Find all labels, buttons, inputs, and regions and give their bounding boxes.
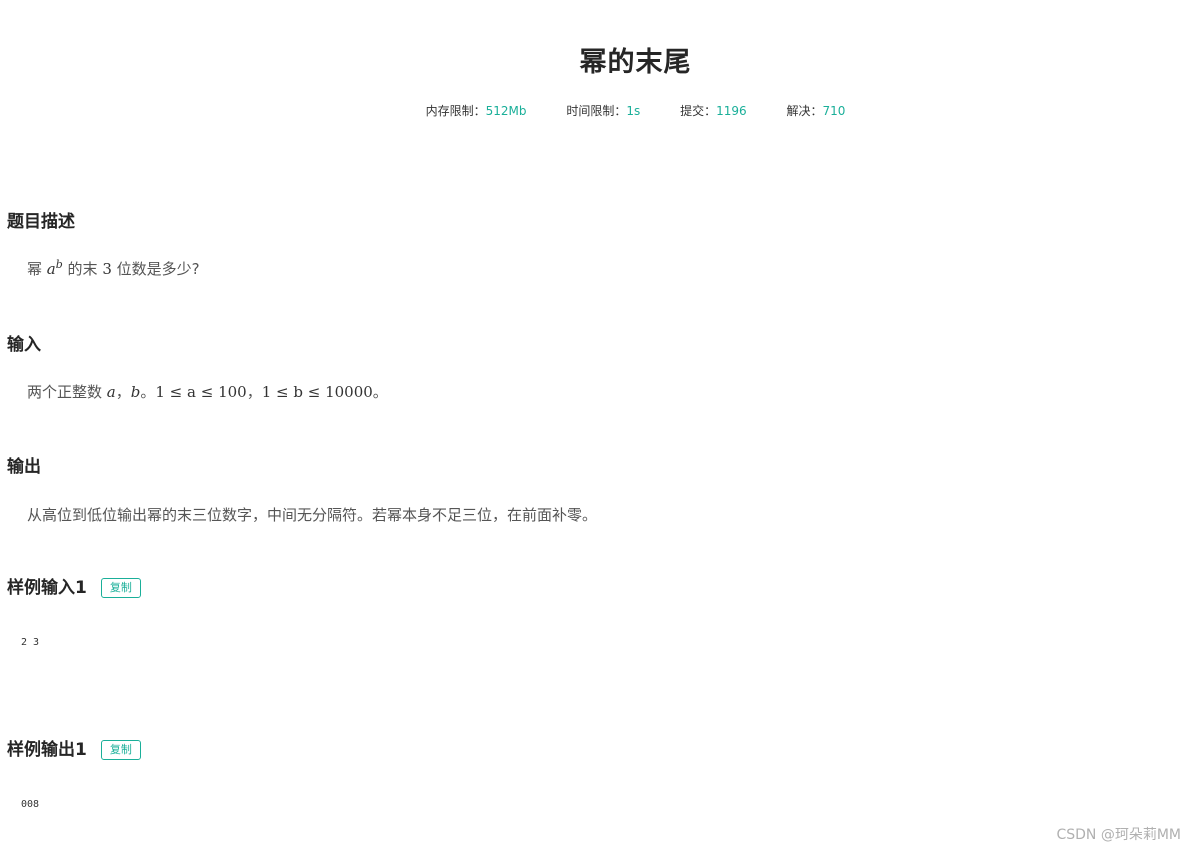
time-limit-value: 1s [626,104,641,118]
math-base: a [46,260,56,278]
time-limit: 时间限制：1s [566,102,640,119]
solved-count-label: 解决： [786,104,823,118]
description-mid: 的末 [62,260,103,278]
description-prefix: 幂 [27,260,47,278]
solved-count-value: 710 [822,104,846,118]
sample-output-heading-row: 样例输出1 复制 [7,735,141,760]
memory-limit-label: 内存限制： [425,104,486,118]
copy-sample-input-button[interactable]: 复制 [100,578,141,598]
sample-input-heading-row: 样例输入1 复制 [7,573,141,598]
description-text: 幂 ab 的末 3 位数是多少? [27,258,200,279]
description-suffix: 位数是多少? [111,260,200,278]
copy-sample-output-button[interactable]: 复制 [100,740,141,760]
input-text: 两个正整数 a，b。1 ≤ a ≤ 100，1 ≤ b ≤ 10000。 [27,381,388,402]
input-cond-b: 1 ≤ b ≤ 10000 [261,383,373,401]
input-var-a: a [106,383,116,401]
input-period: 。 [140,383,156,401]
input-prefix: 两个正整数 [27,383,107,401]
sample-output-heading: 样例输出1 [7,740,87,760]
sample-input-heading: 样例输入1 [7,578,87,598]
input-cond-a: 1 ≤ a ≤ 100 [155,383,247,401]
description-heading: 题目描述 [7,212,75,232]
input-var-b: b [130,383,141,401]
memory-limit-value: 512Mb [485,104,527,118]
input-sep2: ， [246,383,262,401]
input-end: 。 [372,383,388,401]
sample-output-content: 008 [21,799,40,810]
solved-count: 解决：710 [786,102,845,119]
time-limit-label: 时间限制： [566,104,627,118]
submit-count: 提交：1196 [680,102,747,119]
input-heading: 输入 [7,335,41,355]
watermark: CSDN @珂朵莉MM [1056,827,1181,843]
submit-count-value: 1196 [716,104,747,118]
submit-count-label: 提交： [680,104,717,118]
sample-input-content: 2 3 [21,637,40,648]
problem-meta: 内存限制：512Mb 时间限制：1s 提交：1196 解决：710 [0,102,1195,119]
math-three: 3 [102,260,112,278]
output-heading: 输出 [7,457,41,477]
output-text: 从高位到低位输出幂的末三位数字，中间无分隔符。若幂本身不足三位，在前面补零。 [27,506,598,524]
input-sep: ， [115,383,131,401]
memory-limit: 内存限制：512Mb [426,102,527,119]
problem-title: 幂的末尾 [579,47,692,78]
math-exponent: b [55,258,63,271]
